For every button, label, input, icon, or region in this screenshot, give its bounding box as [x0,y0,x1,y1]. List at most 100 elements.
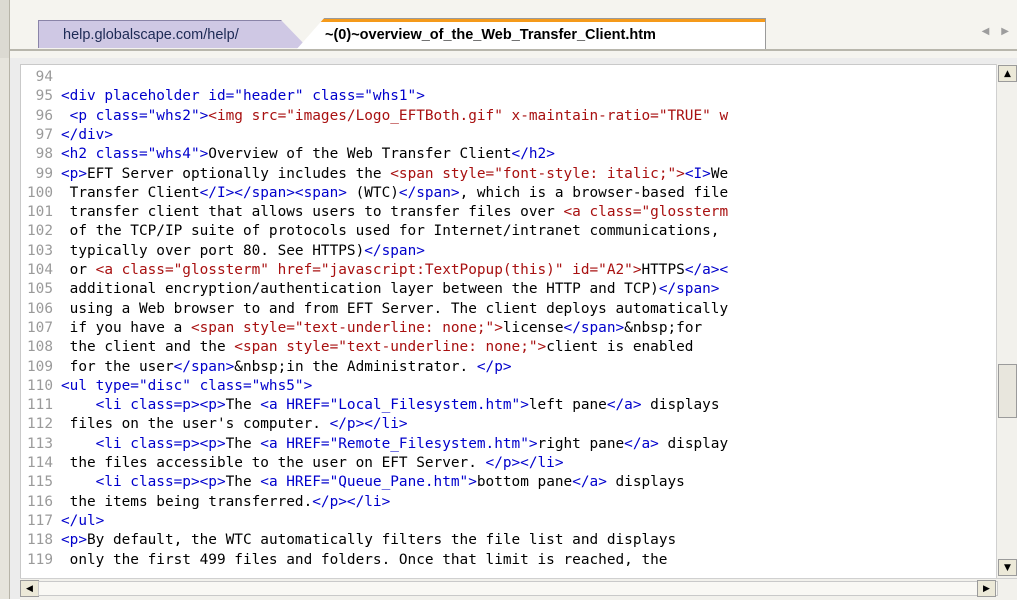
line-number: 108 [27,339,53,356]
code-token: displays [641,397,720,414]
code-token: left pane [528,397,607,414]
code-token: <li class=p><p> [61,474,226,491]
code-token: transfer client that allows users to tra… [61,204,564,221]
code-token: displays [606,474,685,491]
horizontal-scroll-thumb[interactable] [38,581,998,596]
code-token: We [710,165,729,182]
line-number: 94 [35,69,53,85]
code-text: the items being transferred.</p></li> [61,493,391,510]
code-line: 104 or <a class="glossterm" href="javasc… [21,262,728,278]
code-token: the client and the [61,339,235,356]
code-line: 98 <h2 class="whs4">Overview of the Web T… [21,146,555,162]
tab-overview-web-transfer-client[interactable]: ~(0)~overview_of_the_Web_Transfer_Client… [296,18,766,50]
line-number: 102 [27,223,53,240]
code-token: <I> [684,165,711,182]
code-editor[interactable]: 94 95 <div placeholder id="header" class="… [20,64,997,579]
code-text: of the TCP/IP suite of protocols used fo… [61,223,720,240]
code-token: <p> [61,532,87,549]
tab-label: ~(0)~overview_of_the_Web_Transfer_Client… [325,26,656,43]
code-token: or [61,262,96,278]
code-token: </p></li> [312,493,391,510]
code-text: if you have a <span style="text-underlin… [61,319,703,336]
scroll-left-button[interactable]: ◀ [20,580,39,597]
code-token: <h2 class="whs4"> [61,146,209,163]
code-text: <h2 class="whs4">Overview of the Web Tra… [61,146,555,162]
code-text: <li class=p><p>The <a HREF="Queue_Pane.h… [61,474,685,490]
code-token: </h2> [511,146,555,163]
scroll-right-button[interactable]: ▶ [977,580,996,597]
tab-label: help.globalscape.com/help/ [63,26,239,43]
code-text: or <a class="glossterm" href="javascript… [61,262,728,278]
code-line: 96 <p class="whs2"><img src="images/Logo… [21,108,728,124]
arrow-up-icon: ▲ [1004,68,1011,79]
code-token: of the TCP/IP suite of protocols used fo… [61,223,720,240]
code-text: files on the user's computer. </p></li> [61,416,408,432]
arrow-left-icon: ◀ [26,583,33,594]
tab-strip: help.globalscape.com/help/ ~(0)~overview… [0,0,1017,58]
line-number: 104 [27,262,53,278]
code-token: <span style="text-underline: none;"> [234,339,547,356]
code-line: 102 of the TCP/IP suite of protocols use… [21,223,719,239]
code-token: </p> [476,358,512,375]
code-token: (WTC) [346,184,399,201]
line-number: 98 [35,146,53,163]
line-number: 116 [27,493,53,510]
code-text: transfer client that allows users to tra… [61,204,728,220]
code-line: 118 <p>By default, the WTC automatically … [21,532,676,548]
code-line: 107 if you have a <span style="text-unde… [21,320,702,336]
line-number: 118 [27,532,53,549]
code-token: </a>< [684,262,729,278]
line-number: 106 [27,300,53,317]
line-number: 114 [27,455,53,471]
code-token: &nbsp;in the Administrator. [234,358,477,375]
tab-scroll-left-icon[interactable]: ◀ [982,26,990,37]
code-line: 113 <li class=p><p>The <a HREF="Remote_F… [21,436,728,452]
code-token: The [225,474,261,491]
arrow-right-icon: ▶ [983,583,990,594]
code-text: for the user</span>&nbsp;in the Administ… [61,359,512,375]
horizontal-scrollbar[interactable]: ◀ ▶ [20,578,1017,600]
code-token: client is enabled [546,339,694,356]
scroll-up-button[interactable]: ▲ [998,65,1017,82]
code-token: using a Web browser to and from EFT Serv… [61,300,729,317]
code-token: Overview of the Web Transfer Client [208,146,512,163]
code-line: 103 typically over port 80. See HTTPS)</… [21,243,425,259]
line-number: 105 [27,281,53,298]
line-number: 110 [27,377,53,394]
code-line: 117 </ul> [21,513,104,529]
code-token: the files accessible to the user on EFT … [61,455,486,471]
code-token: <li class=p><p> [61,435,226,452]
vertical-scroll-thumb[interactable] [998,364,1017,418]
code-token: HTTPS [641,262,685,278]
code-token: </I></span><span> [199,184,347,201]
code-token: additional encryption/authentication lay… [61,281,659,298]
code-token: display [658,435,729,452]
scroll-down-button[interactable]: ▼ [998,559,1017,576]
vertical-scrollbar[interactable]: ▲ ▼ [996,64,1017,578]
arrow-down-icon: ▼ [1004,562,1011,573]
code-token: typically over port 80. See HTTPS) [61,242,365,259]
code-token: <p class="whs2"> [61,107,209,124]
code-text: <p>EFT Server optionally includes the <s… [61,166,728,182]
code-line: 110 <ul type="disc" class="whs5"> [21,378,312,394]
code-token: </span> [173,358,235,375]
code-token: <a class="glossterm" href="javascript:Te… [95,262,642,278]
code-line: 109 for the user</span>&nbsp;in the Admi… [21,359,512,375]
code-token: &nbsp;for [624,319,703,336]
code-line: 115 <li class=p><p>The <a HREF="Queue_Pa… [21,474,685,490]
code-line: 111 <li class=p><p>The <a HREF="Local_Fi… [21,397,720,413]
code-text: </ul> [61,513,104,529]
code-token: By default, the WTC automatically filter… [87,532,677,549]
line-number: 100 [27,184,53,201]
code-token: <a HREF="Remote_Filesystem.htm"> [260,435,538,452]
code-line: 94 [21,69,61,85]
code-line: 99 <p>EFT Server optionally includes the … [21,166,728,182]
tab-help-globalscape[interactable]: help.globalscape.com/help/ [38,20,308,48]
code-text: <li class=p><p>The <a HREF="Remote_Files… [61,435,729,452]
editor-left-strip [0,58,10,599]
tab-scroll-right-icon[interactable]: ▶ [1001,26,1009,37]
code-text: typically over port 80. See HTTPS)</span… [61,243,425,259]
code-token: </a> [572,474,607,491]
line-number: 97 [35,126,53,143]
code-token: <span style="font-style: italic;"> [390,165,685,182]
